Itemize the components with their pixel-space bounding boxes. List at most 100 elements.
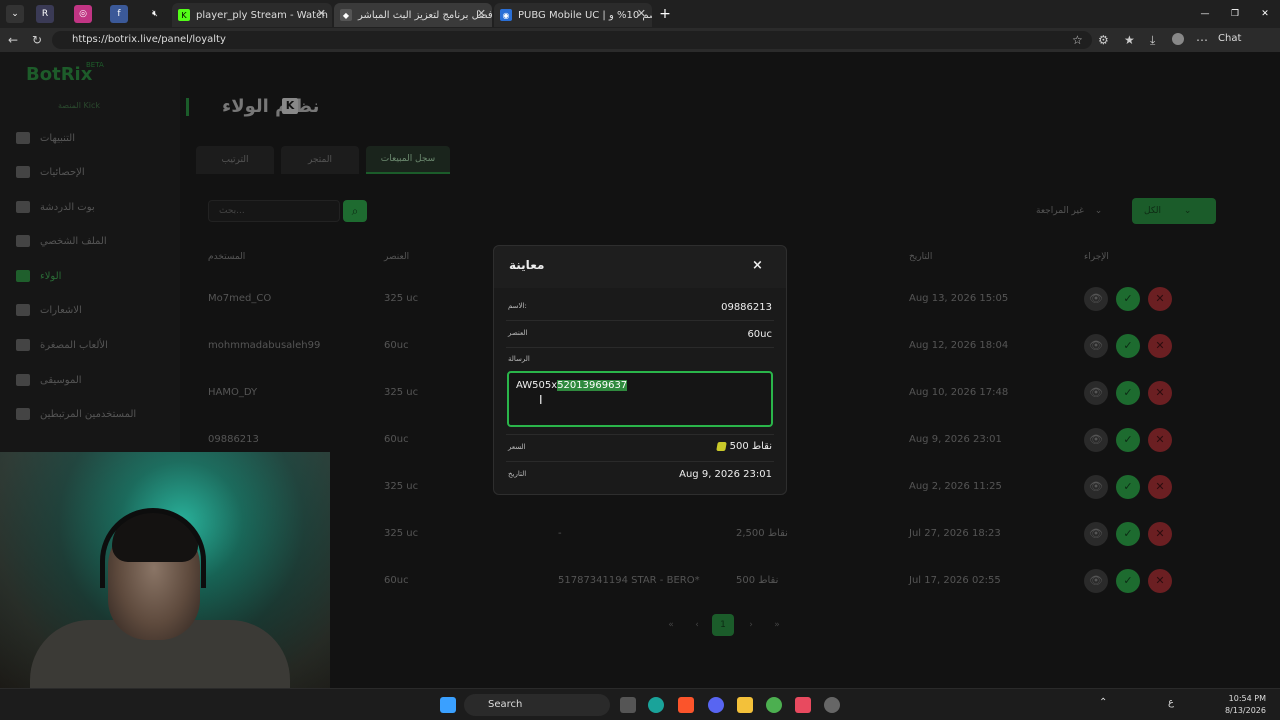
tab-pubg-uc[interactable]: ◉ PUBG Mobile UC | خصم 10% و ✕ (494, 3, 652, 27)
taskbar-clock[interactable]: 10:54 PM 8/13/2026 (1225, 693, 1266, 717)
sidebar-item-notifications[interactable]: الاشعارات (16, 300, 166, 320)
tab-sales-log[interactable]: سجل المبيعات (366, 146, 450, 174)
close-tab-icon[interactable]: ✕ (637, 7, 646, 20)
search-button[interactable]: ⌕ (343, 200, 367, 222)
bulk-action-button[interactable]: الكل ⌄ (1132, 198, 1216, 224)
approve-button[interactable]: ✓ (1116, 569, 1140, 593)
sidebar-item-alerts[interactable]: التنبيهات (16, 128, 166, 148)
column-header-date[interactable]: التاريخ (909, 252, 932, 262)
close-window-icon[interactable]: ✕ (1256, 5, 1274, 23)
extensions-icon[interactable]: ⚙ (1098, 33, 1109, 47)
task-view-icon[interactable] (620, 697, 636, 713)
page-prev-first[interactable]: « (660, 614, 682, 636)
close-icon[interactable]: × (752, 258, 763, 273)
taskbar-search[interactable]: Search (464, 694, 610, 716)
view-button[interactable]: 👁︎ (1084, 287, 1108, 311)
tab-title: PUBG Mobile UC | خصم 10% و (518, 9, 652, 21)
copilot-chat-button[interactable]: Chat (1218, 33, 1241, 44)
view-button[interactable]: 👁︎ (1084, 334, 1108, 358)
chevron-down-icon: ⌄ (1094, 206, 1103, 216)
favorites-icon[interactable]: ★ (1124, 33, 1135, 47)
reject-button[interactable]: ✕ (1148, 334, 1172, 358)
view-button[interactable]: 👁︎ (1084, 569, 1108, 593)
windows-taskbar: Search ⌃ ع 10:54 PM 8/13/2026 (0, 688, 1280, 720)
minimize-icon[interactable]: — (1196, 5, 1214, 23)
tab-ranking[interactable]: الترتيب (196, 146, 274, 174)
reject-button[interactable]: ✕ (1148, 569, 1172, 593)
date-label: التاريخ (508, 470, 527, 478)
sidebar-item-linked-users[interactable]: المستخدمين المرتبطين (16, 404, 166, 424)
view-button[interactable]: 👁︎ (1084, 381, 1108, 405)
reject-button[interactable]: ✕ (1148, 522, 1172, 546)
modal-title: معاينة (509, 258, 545, 272)
app-icon[interactable] (795, 697, 811, 713)
brave-icon[interactable] (678, 697, 694, 713)
sidebar-item-label: بوت الدردشة (40, 201, 95, 213)
time: 10:54 PM (1228, 694, 1266, 703)
table-row-date: Jul 27, 2026 18:23 (909, 528, 1001, 539)
downloads-icon[interactable]: ⤓ (1150, 33, 1155, 48)
page-prev[interactable]: ‹ (686, 614, 708, 636)
tab-title: الولاء | أفضل برنامج لتعزيز البث المباشر (358, 9, 492, 21)
page-next[interactable]: › (740, 614, 762, 636)
reject-button[interactable]: ✕ (1148, 287, 1172, 311)
close-tab-icon[interactable]: ✕ (317, 7, 326, 20)
column-header-user: المستخدم (208, 252, 246, 262)
chevron-down-icon: ⌄ (1183, 206, 1192, 216)
view-button[interactable]: 👁︎ (1084, 428, 1108, 452)
reject-button[interactable]: ✕ (1148, 428, 1172, 452)
sidebar-item-label: المستخدمين المرتبطين (40, 408, 137, 420)
discord-icon[interactable] (708, 697, 724, 713)
language-indicator[interactable]: ع (1168, 697, 1174, 708)
facebook-icon[interactable]: f (110, 5, 128, 23)
windows-start-icon[interactable] (440, 697, 456, 713)
back-icon[interactable]: ← (8, 33, 18, 47)
tab-kick-stream[interactable]: K player_ply Stream - Watch Live on ✕ (172, 3, 332, 27)
reload-icon[interactable]: ↻ (32, 33, 42, 47)
status-filter-select[interactable]: غير المراجعة ⌄ (1030, 200, 1126, 222)
page-current[interactable]: 1 (712, 614, 734, 636)
tab-list-icon[interactable]: ⌄ (6, 5, 24, 23)
settings-icon[interactable] (824, 697, 840, 713)
tab-store[interactable]: المتجر (281, 146, 359, 174)
sidebar-item-loyalty[interactable]: الولاء (16, 266, 166, 286)
search-input[interactable]: بحث... (208, 200, 340, 222)
tab-botrix-loyalty[interactable]: ◆ الولاء | أفضل برنامج لتعزيز البث المبا… (334, 3, 492, 27)
favorite-star-icon[interactable]: ☆ (1072, 33, 1083, 47)
profile-avatar[interactable] (1172, 33, 1184, 45)
search-icon: ⌕ (351, 204, 359, 218)
url-input[interactable]: https://botrix.live/panel/loyalty (52, 31, 1092, 49)
close-tab-icon[interactable]: ✕ (477, 7, 486, 20)
page-last[interactable]: » (766, 614, 788, 636)
file-explorer-icon[interactable] (737, 697, 753, 713)
maximize-icon[interactable]: ❐ (1226, 5, 1244, 23)
sidebar-item-stats[interactable]: الإحصائيات (16, 162, 166, 182)
approve-button[interactable]: ✓ (1116, 287, 1140, 311)
more-menu-icon[interactable]: ⋯ (1196, 33, 1208, 47)
sidebar-item-minigames[interactable]: الألعاب المصغرة (16, 335, 166, 355)
view-button[interactable]: 👁︎ (1084, 522, 1108, 546)
message-selected-text: 52013969637 (557, 380, 628, 391)
instagram-icon[interactable]: ◎ (74, 5, 92, 23)
approve-button[interactable]: ✓ (1116, 334, 1140, 358)
approve-button[interactable]: ✓ (1116, 381, 1140, 405)
sidebar-item-music[interactable]: الموسيقى (16, 370, 166, 390)
reject-button[interactable]: ✕ (1148, 475, 1172, 499)
approve-button[interactable]: ✓ (1116, 475, 1140, 499)
message-textarea[interactable]: AW505x52013969637 (507, 371, 773, 427)
pinned-tab-icon[interactable]: R (36, 5, 54, 23)
sidebar-item-label: الموسيقى (40, 374, 82, 386)
approve-button[interactable]: ✓ (1116, 428, 1140, 452)
mute-icon[interactable]: 🔇︎ (146, 5, 164, 23)
new-tab-icon[interactable]: + (656, 5, 674, 23)
sidebar-item-chatbot[interactable]: بوت الدردشة (16, 197, 166, 217)
chevron-up-icon[interactable]: ⌃ (1099, 697, 1107, 708)
sidebar-item-profile[interactable]: الملف الشخصي (16, 231, 166, 251)
column-header-item: العنصر (384, 252, 410, 262)
reject-button[interactable]: ✕ (1148, 381, 1172, 405)
chrome-icon[interactable] (766, 697, 782, 713)
edge-icon[interactable] (648, 697, 664, 713)
view-button[interactable]: 👁︎ (1084, 475, 1108, 499)
grid-icon (16, 166, 30, 178)
approve-button[interactable]: ✓ (1116, 522, 1140, 546)
